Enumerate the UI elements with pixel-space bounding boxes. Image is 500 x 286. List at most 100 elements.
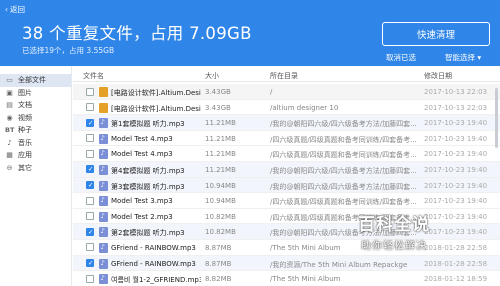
file-date: 2017-10-23 19:40 xyxy=(424,197,488,206)
audio-file-icon xyxy=(99,196,108,207)
table-row[interactable]: 第1套模拟题 听力.mp3 11.21MB/我的@朝阳四六级/四六级备考方法/加藤… xyxy=(73,115,500,131)
category-sidebar: ▭ 全部文件 ▣ 图片 ▤ 文档 ◉ 视频 BT 种子 ♪ 音乐 ▦ 应用 ⊖ 其它 xyxy=(0,66,72,286)
audio-file-icon xyxy=(99,133,108,144)
column-size-header[interactable]: 大小 xyxy=(205,71,219,81)
file-name: 여름비 월1-2_GFRIEND.mp3 xyxy=(111,276,201,285)
page-title: 38 个重复文件，占用 7.09GB xyxy=(22,24,252,43)
folder-icon: ▭ xyxy=(6,76,13,85)
sidebar-item-image[interactable]: ▣ 图片 xyxy=(0,87,71,100)
document-icon: ▤ xyxy=(6,101,13,110)
table-row[interactable]: Model Test 4.mp3 11.21MB/四六级真题/四级真题和备考同训练… xyxy=(73,146,500,162)
music-icon: ♪ xyxy=(7,138,12,147)
row-checkbox[interactable] xyxy=(86,87,94,96)
watermark-subtitle: 助你轻松解决 xyxy=(361,241,427,252)
file-size: 11.21MB xyxy=(205,150,236,159)
row-checkbox[interactable] xyxy=(86,149,94,158)
table-row[interactable]: Model Test 3.mp3 10.94MB/四六级真题/四级真题和备考同训练… xyxy=(73,193,500,209)
audio-file-icon xyxy=(99,227,108,238)
file-size: 10.94MB xyxy=(205,197,236,206)
file-size: 3.43GB xyxy=(205,103,231,112)
sidebar-item-other[interactable]: ⊖ 其它 xyxy=(0,162,71,175)
sidebar-item-label: 种子 xyxy=(18,126,32,135)
sidebar-item-label: 视频 xyxy=(18,113,32,122)
file-date: 2017-10-23 19:40 xyxy=(424,134,488,143)
smart-select-dropdown[interactable]: 智能选择 ▾ xyxy=(445,52,481,63)
file-directory: /四六级真题/四级真题和备考同训练/四套备考... xyxy=(270,198,417,207)
row-checkbox[interactable] xyxy=(86,118,94,127)
row-checkbox[interactable] xyxy=(86,259,94,268)
file-size: 8.82MB xyxy=(205,275,232,284)
bt-icon: BT xyxy=(5,126,15,135)
file-date: 2017-10-23 19:40 xyxy=(424,181,488,190)
back-button[interactable]: ‹ 返回 xyxy=(5,4,25,15)
row-checkbox[interactable] xyxy=(86,181,94,190)
column-date-header[interactable]: 修改日期 xyxy=(424,71,452,81)
watermark-title: 百科全说 xyxy=(358,215,430,235)
column-dir-header[interactable]: 所在目录 xyxy=(270,71,298,81)
archive-file-icon xyxy=(99,102,108,113)
file-size: 10.94MB xyxy=(205,181,236,190)
file-directory: /四六级真题/四级真题和备考同训练/四套备考... xyxy=(270,135,417,144)
row-checkbox[interactable] xyxy=(86,227,94,236)
scrollbar[interactable] xyxy=(495,88,498,148)
sidebar-item-app[interactable]: ▦ 应用 xyxy=(0,149,71,162)
table-row[interactable]: [电路设计软件].Altium.Design 3.43GB/altium desi… xyxy=(73,100,500,116)
chevron-left-icon: ‹ xyxy=(5,5,8,14)
file-directory: /The 5th Mini Album xyxy=(270,275,341,284)
audio-file-icon xyxy=(99,164,108,175)
audio-file-icon xyxy=(99,242,108,253)
file-directory: /我的资源/The 5th Mini Album Repackge xyxy=(270,260,408,269)
table-row[interactable]: 第4套模拟题 听力.mp3 11.21MB/我的@朝阳四六级/四六级备考方法/加藤… xyxy=(73,161,500,178)
sidebar-item-music[interactable]: ♪ 音乐 xyxy=(0,137,71,150)
file-directory: /四六级真题/四级真题和备考同训练/四套备考... xyxy=(270,151,417,160)
sidebar-item-label: 全部文件 xyxy=(18,76,46,85)
sidebar-item-label: 应用 xyxy=(18,151,32,160)
file-name: 第2套模拟题 听力.mp3 xyxy=(111,229,185,238)
column-name-header[interactable]: 文件名 xyxy=(83,71,104,81)
row-checkbox[interactable] xyxy=(86,103,94,112)
table-row[interactable]: 第3套模拟题 听力.mp3 10.94MB/我的@朝阳四六级/四六级备考方法/加藤… xyxy=(73,177,500,194)
file-directory: /altium designer 10 xyxy=(270,103,339,112)
sidebar-item-bt[interactable]: BT 种子 xyxy=(0,124,71,137)
file-name: GFriend - RAINBOW.mp3 xyxy=(111,243,196,252)
file-directory: /我的@朝阳四六级/四六级备考方法/加藤四套... xyxy=(270,182,417,191)
quick-clean-button[interactable]: 快速清理 xyxy=(382,22,490,46)
table-header: 文件名 大小 所在目录 修改日期 xyxy=(73,68,500,82)
sidebar-item-video[interactable]: ◉ 视频 xyxy=(0,112,71,125)
row-checkbox[interactable] xyxy=(86,243,94,252)
audio-file-icon xyxy=(99,149,108,160)
sidebar-item-label: 图片 xyxy=(18,88,32,97)
file-name: 第3套模拟题 听力.mp3 xyxy=(111,182,185,191)
row-checkbox[interactable] xyxy=(86,212,94,221)
table-row[interactable]: [电路设计软件].Altium.Design 3.43GB / 2017-10-13 … xyxy=(73,84,500,100)
row-checkbox[interactable] xyxy=(86,274,94,283)
cancel-selection-link[interactable]: 取消已选 xyxy=(386,52,416,63)
watermark-logo: 百科全说 助你轻松解决 xyxy=(318,210,470,260)
table-row[interactable]: Model Test 4.mp3 11.21MB/四六级真题/四级真题和备考同训练… xyxy=(73,131,500,147)
file-date: 2017-10-13 22:03 xyxy=(424,88,488,96)
audio-file-icon xyxy=(99,211,108,222)
sidebar-item-folder[interactable]: ▭ 全部文件 xyxy=(0,74,71,87)
file-size: 10.82MB xyxy=(205,228,236,237)
file-directory: / xyxy=(270,88,273,96)
file-name: GFriend - RAINBOW.mp3 xyxy=(111,259,196,268)
row-checkbox[interactable] xyxy=(86,134,94,143)
file-name: [电路设计软件].Altium.Design xyxy=(111,104,201,113)
sidebar-item-document[interactable]: ▤ 文档 xyxy=(0,99,71,112)
sidebar-item-label: 其它 xyxy=(18,163,32,172)
file-size: 11.21MB xyxy=(205,134,236,143)
file-size: 8.87MB xyxy=(205,243,232,252)
sidebar-item-label: 音乐 xyxy=(18,138,32,147)
file-directory: /我的@朝阳四六级/四六级备考方法/加藤四套... xyxy=(270,120,417,129)
archive-file-icon xyxy=(99,87,108,97)
audio-file-icon xyxy=(99,274,108,285)
file-date: 2017-10-23 19:40 xyxy=(424,150,488,159)
row-checkbox[interactable] xyxy=(86,165,94,174)
table-row[interactable]: 여름비 월1-2_GFRIEND.mp3 8.82MB/The 5th Mini … xyxy=(73,271,500,286)
header-bar: ‹ 返回 38 个重复文件，占用 7.09GB 已选择19个，占用 3.55GB … xyxy=(0,0,500,66)
file-date: 2018-01-12 18:59 xyxy=(424,275,488,284)
row-checkbox[interactable] xyxy=(86,196,94,205)
file-date: 2017-10-23 19:40 xyxy=(424,165,488,174)
video-icon: ◉ xyxy=(6,113,13,122)
file-name: 第4套模拟题 听力.mp3 xyxy=(111,166,185,175)
